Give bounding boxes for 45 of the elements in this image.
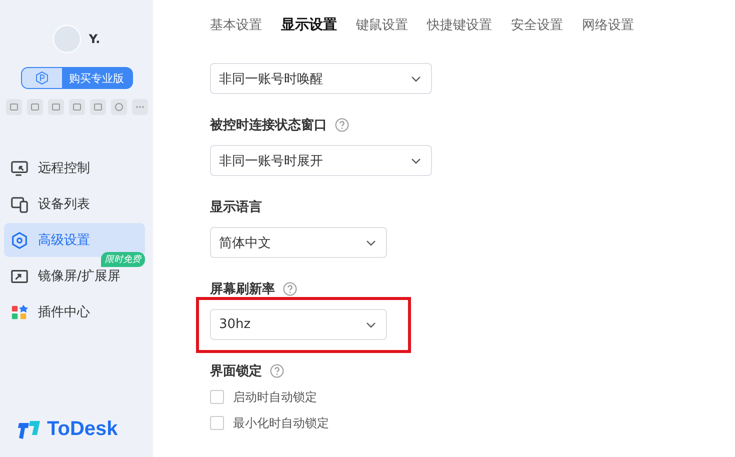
checkbox-label: 最小化时自动锁定 [233, 414, 329, 432]
dropdown[interactable]: 简体中文 [210, 227, 387, 258]
logo-icon [17, 418, 41, 440]
toolbar-icon[interactable] [132, 99, 148, 115]
pro-icon [34, 71, 48, 85]
toolbar-icon[interactable] [90, 99, 106, 115]
promo-badge: 限时免费 [101, 252, 145, 267]
dropdown[interactable]: 30hz [210, 309, 387, 340]
chevron-down-icon [411, 158, 421, 164]
help-icon[interactable] [270, 364, 284, 378]
nav-icon [10, 158, 29, 178]
section-label: 屏幕刷新率 [210, 280, 275, 298]
checkbox[interactable] [210, 416, 224, 430]
settings-tab[interactable]: 快捷键设置 [427, 16, 492, 34]
logo-text: ToDesk [47, 418, 118, 441]
settings-tab[interactable]: 显示设置 [281, 16, 337, 34]
section-label: 界面锁定 [210, 362, 262, 380]
toolbar-icon[interactable] [26, 99, 42, 115]
nav-icon [10, 302, 29, 322]
checkbox[interactable] [210, 390, 224, 404]
toolbar-icon[interactable] [6, 99, 22, 115]
toolbar-icon[interactable] [48, 99, 64, 115]
nav-item[interactable]: 设备列表 [4, 187, 145, 221]
chevron-down-icon [366, 322, 376, 328]
toolbar-icon[interactable] [68, 99, 84, 115]
toolbar-icon[interactable] [110, 99, 126, 115]
nav-item[interactable]: 插件中心 [4, 295, 145, 329]
chevron-down-icon [411, 76, 421, 82]
settings-tab[interactable]: 基本设置 [210, 16, 262, 34]
dropdown[interactable]: 非同一账号时展开 [210, 145, 432, 176]
settings-tab[interactable]: 安全设置 [511, 16, 563, 34]
dropdown[interactable]: 非同一账号时唤醒 [210, 63, 432, 94]
section-label: 显示语言 [210, 198, 262, 216]
settings-tab[interactable]: 网络设置 [582, 16, 634, 34]
nav-item[interactable]: 远程控制 [4, 151, 145, 185]
section-label: 被控时连接状态窗口 [210, 116, 327, 134]
chevron-down-icon [366, 240, 376, 246]
help-icon[interactable] [335, 118, 349, 132]
settings-tab[interactable]: 键鼠设置 [356, 16, 408, 34]
nav-icon [10, 194, 29, 214]
help-icon[interactable] [283, 282, 297, 296]
checkbox-label: 启动时自动锁定 [233, 388, 317, 406]
user-name: Y. [88, 32, 100, 46]
upgrade-button[interactable]: 购买专业版 [20, 67, 132, 89]
nav-icon [10, 230, 29, 250]
